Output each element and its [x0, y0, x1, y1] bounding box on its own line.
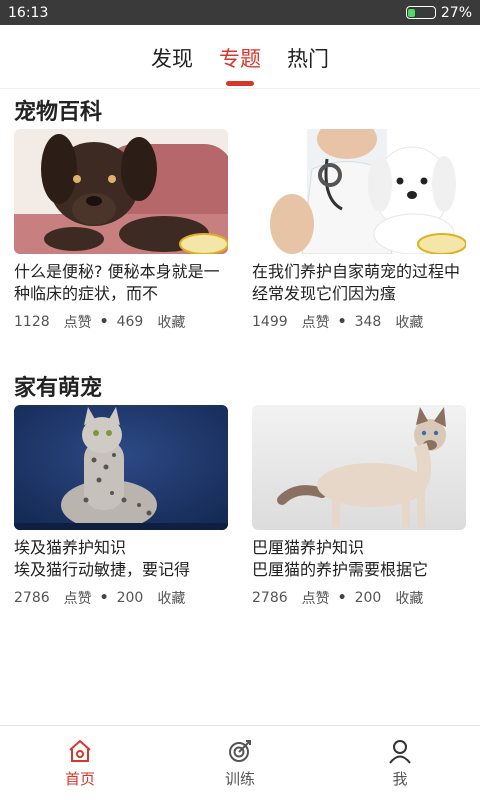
article-card[interactable]: 巴厘猫养护知识 巴厘猫的养护需要根据它 2786 点赞 • 200 收藏	[252, 405, 466, 609]
home-icon	[69, 739, 91, 762]
nav-me[interactable]: 我	[320, 726, 480, 800]
section-pet-encyclopedia: 宠物百科 什么是便秘? 便秘本身就是一种临床的症状，而不 1128 点赞 • 4…	[0, 91, 480, 333]
card-summary: 在我们养护自家萌宠的过程中经常发现它们因为瘙	[252, 262, 461, 303]
section-pets-at-home: 家有萌宠 埃及猫养护知识 埃及猫行动敏捷，要记得 2786 点赞 • 200 收…	[0, 367, 480, 609]
article-card[interactable]: 埃及猫养护知识 埃及猫行动敏捷，要记得 2786 点赞 • 200 收藏	[14, 405, 228, 609]
battery-percent: 27%	[440, 4, 472, 21]
section-title: 家有萌宠	[14, 376, 103, 401]
favorite-count: 348	[354, 314, 382, 330]
card-stats: 2786 点赞 • 200 收藏	[252, 587, 466, 609]
separator-dot: •	[99, 590, 109, 606]
section-title: 宠物百科	[14, 100, 103, 125]
separator-dot: •	[337, 314, 347, 330]
nav-label: 训练	[224, 769, 255, 788]
card-stats: 2786 点赞 • 200 收藏	[14, 587, 228, 609]
like-label: 点赞	[301, 315, 330, 331]
like-label: 点赞	[301, 591, 330, 607]
card-stats: 1499 点赞 • 348 收藏	[252, 311, 466, 333]
target-icon	[229, 739, 251, 762]
like-count: 2786	[14, 590, 50, 606]
vet-puppy-photo	[252, 129, 466, 254]
status-right: 27%	[405, 4, 472, 21]
card-summary: 巴厘猫养护知识 巴厘猫的养护需要根据它	[252, 538, 429, 579]
nav-home[interactable]: 首页	[0, 726, 160, 800]
favorite-label: 收藏	[157, 591, 186, 607]
egyptian-cat-photo	[14, 405, 228, 530]
active-tab-indicator	[226, 81, 254, 86]
nav-label: 首页	[64, 769, 95, 788]
favorite-label: 收藏	[395, 591, 424, 607]
card-row: 什么是便秘? 便秘本身就是一种临床的症状，而不 1128 点赞 • 469 收藏	[14, 129, 466, 333]
balinese-cat-photo	[252, 405, 466, 530]
status-time: 16:13	[8, 4, 49, 21]
like-label: 点赞	[63, 315, 92, 331]
article-card[interactable]: 什么是便秘? 便秘本身就是一种临床的症状，而不 1128 点赞 • 469 收藏	[14, 129, 228, 333]
like-count: 1499	[252, 314, 288, 330]
like-label: 点赞	[63, 591, 92, 607]
card-stats: 1128 点赞 • 469 收藏	[14, 311, 228, 333]
favorite-label: 收藏	[395, 315, 424, 331]
favorite-count: 200	[354, 590, 382, 606]
battery-icon	[405, 6, 436, 19]
like-count: 1128	[14, 314, 50, 330]
separator-dot: •	[337, 590, 347, 606]
dog-photo	[14, 129, 228, 254]
like-count: 2786	[252, 590, 288, 606]
top-tabs: 发现 专题 热门	[0, 25, 480, 89]
tab-topics[interactable]: 专题	[217, 43, 263, 86]
status-bar: 16:13 27%	[0, 0, 480, 25]
nav-training[interactable]: 训练	[160, 726, 320, 800]
card-summary: 什么是便秘? 便秘本身就是一种临床的症状，而不	[14, 262, 220, 303]
user-icon	[389, 739, 411, 764]
tab-discover[interactable]: 发现	[149, 43, 195, 73]
favorite-count: 200	[116, 590, 144, 606]
bottom-nav: 首页 训练 我	[0, 725, 480, 800]
favorite-count: 469	[116, 314, 144, 330]
card-row: 埃及猫养护知识 埃及猫行动敏捷，要记得 2786 点赞 • 200 收藏 巴厘猫…	[14, 405, 466, 609]
nav-label: 我	[392, 769, 408, 788]
card-summary: 埃及猫养护知识 埃及猫行动敏捷，要记得	[14, 538, 191, 579]
article-card[interactable]: 在我们养护自家萌宠的过程中经常发现它们因为瘙 1499 点赞 • 348 收藏	[252, 129, 466, 333]
separator-dot: •	[99, 314, 109, 330]
favorite-label: 收藏	[157, 315, 186, 331]
tab-popular[interactable]: 热门	[285, 43, 331, 73]
